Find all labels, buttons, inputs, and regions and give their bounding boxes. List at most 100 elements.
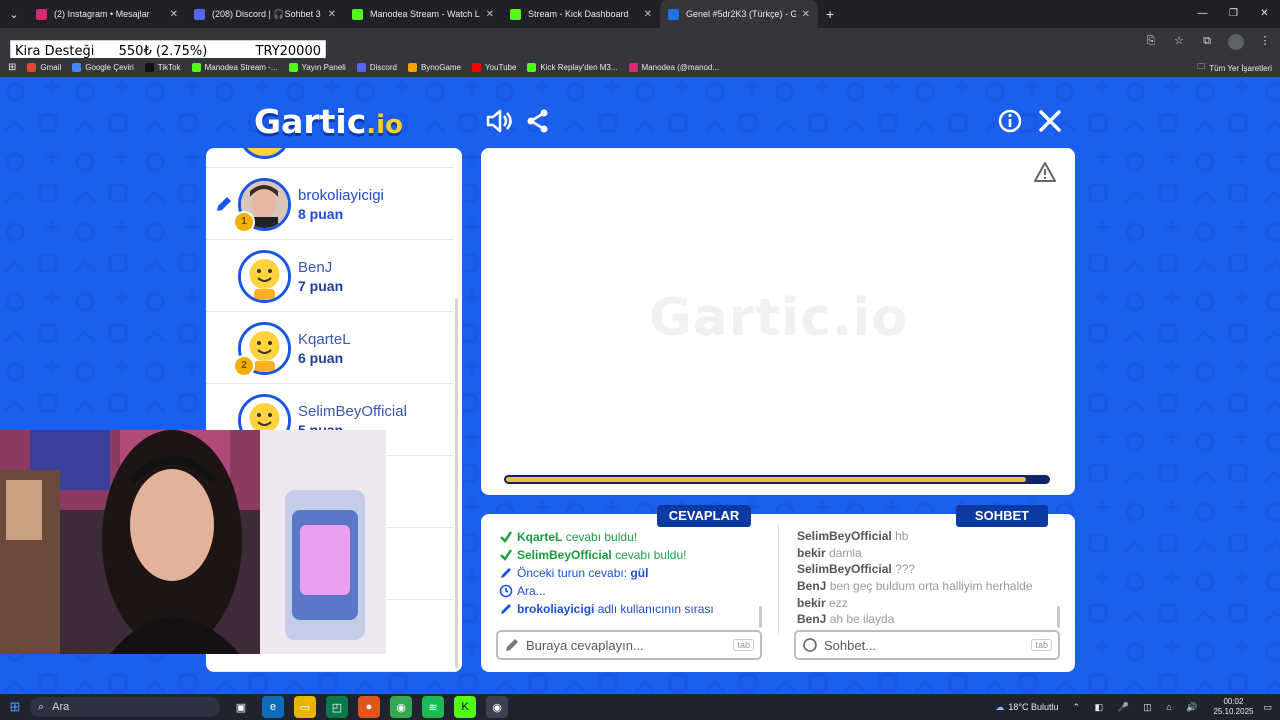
- bookmark-favicon-icon: [288, 63, 298, 72]
- bookmark-label: Manodea Stream -...: [204, 63, 278, 72]
- message-user[interactable]: bekir: [797, 544, 826, 562]
- report-warning-icon[interactable]: [1033, 160, 1057, 184]
- all-bookmarks[interactable]: 🗀 Tüm Yer İşaretleri: [1197, 61, 1272, 75]
- canvas-watermark: Gartic.io: [649, 288, 909, 348]
- kick-icon[interactable]: K: [454, 696, 476, 718]
- trophy-icon: 1: [233, 211, 255, 233]
- message-user[interactable]: BenJ: [797, 610, 826, 628]
- taskbar-search[interactable]: ⌕ Ara: [30, 697, 220, 717]
- info-icon[interactable]: [996, 107, 1024, 135]
- bookmark-item[interactable]: Kick Replay'den M3...: [527, 63, 618, 72]
- chat-message: bekir ezz: [797, 594, 1065, 611]
- windows-start-icon[interactable]: ⊞: [0, 699, 30, 715]
- chat-placeholder: Sohbet...: [824, 637, 877, 653]
- donation-label: Kira Desteği: [15, 43, 95, 59]
- task-view-icon[interactable]: ▣: [230, 696, 252, 718]
- bookmark-item[interactable]: Discord: [356, 63, 397, 72]
- message-user[interactable]: SelimBeyOfficial: [517, 546, 612, 564]
- bookmark-item[interactable]: Manodea (@manod...: [628, 63, 719, 72]
- message-user[interactable]: brokoliayicigi: [517, 600, 594, 618]
- store-icon[interactable]: ◰: [326, 696, 348, 718]
- gartic-logo[interactable]: Gartic.io: [254, 102, 403, 141]
- player-row[interactable]: BenJ 7 puan: [206, 240, 454, 312]
- bookmark-label: Google Çeviri: [85, 63, 134, 72]
- weather-icon[interactable]: ☁: [995, 702, 1004, 713]
- file-explorer-icon[interactable]: ▭: [294, 696, 316, 718]
- sound-icon[interactable]: [484, 107, 512, 135]
- browser-tabstrip: ⌄ (2) Instagram • Mesajlar ✕ (208) Discord…: [0, 0, 1280, 28]
- answer-placeholder: Buraya cevaplayın...: [526, 637, 644, 653]
- bookmark-star-icon[interactable]: ☆: [1172, 34, 1186, 48]
- answers-tab[interactable]: CEVAPLAR: [657, 505, 751, 527]
- chat-message: BenJ ben geç buldum orta halliyim herhal…: [797, 578, 1065, 595]
- close-window-icon[interactable]: ✕: [1249, 0, 1280, 28]
- profile-avatar[interactable]: [1228, 34, 1244, 50]
- new-tab-button[interactable]: +: [826, 6, 834, 22]
- message-user[interactable]: bekir: [797, 594, 826, 612]
- bookmark-label: BynoGame: [420, 63, 461, 72]
- notifications-icon[interactable]: ▭: [1263, 702, 1272, 713]
- weather-label[interactable]: 18°C Bulutlu: [1008, 702, 1058, 712]
- bookmark-favicon-icon: [191, 63, 201, 72]
- share-icon[interactable]: [524, 107, 552, 135]
- menu-icon[interactable]: ⋮: [1258, 34, 1272, 48]
- cast-icon[interactable]: ⎘: [1144, 34, 1158, 48]
- chat-list: SelimBeyOfficial hb bekir damla SelimBeyOf…: [797, 528, 1065, 628]
- tab-label: (208) Discord | 🎧Sohbet 3: [212, 8, 321, 19]
- tab-close-icon[interactable]: ✕: [644, 9, 652, 20]
- extensions-icon[interactable]: ⧉: [1200, 34, 1214, 48]
- browser-tab[interactable]: Manodea Stream - Watch Live ✕: [344, 0, 502, 28]
- bookmark-item[interactable]: Yayın Paneli: [288, 63, 346, 72]
- tab-close-icon[interactable]: ✕: [802, 9, 810, 20]
- message-user[interactable]: SelimBeyOfficial: [797, 560, 892, 578]
- message-user[interactable]: KqarteL: [517, 528, 562, 546]
- chrome-icon[interactable]: ◉: [390, 696, 412, 718]
- drawing-canvas[interactable]: Gartic.io: [481, 148, 1075, 495]
- message-user[interactable]: SelimBeyOfficial: [797, 527, 892, 545]
- bookmark-item[interactable]: Google Çeviri: [72, 63, 134, 72]
- browser-tab[interactable]: Genel #5dr2K3 (Türkçe) - G ✕: [660, 0, 818, 28]
- tab-close-icon[interactable]: ✕: [486, 9, 494, 20]
- tab-search-icon[interactable]: ⌄: [0, 8, 28, 21]
- tab-close-icon[interactable]: ✕: [328, 9, 336, 20]
- player-name: brokoliayicigi: [298, 187, 384, 204]
- answer-input[interactable]: Buraya cevaplayın... tab: [496, 630, 762, 660]
- tab-key-hint: tab: [1031, 639, 1052, 651]
- bookmark-item[interactable]: TikTok: [144, 63, 181, 72]
- chat-scrollbar[interactable]: [1057, 606, 1060, 628]
- tab-close-icon[interactable]: ✕: [170, 9, 178, 20]
- chrome-active-icon[interactable]: ◉: [486, 696, 508, 718]
- spotify-icon[interactable]: ≋: [422, 696, 444, 718]
- chat-input[interactable]: Sohbet... tab: [794, 630, 1060, 660]
- player-list-scrollbar[interactable]: [455, 298, 458, 668]
- clock[interactable]: 00:02 25.10.2025: [1213, 697, 1253, 717]
- bookmark-item[interactable]: Gmail: [27, 63, 61, 72]
- browser-tab[interactable]: (208) Discord | 🎧Sohbet 3 ✕: [186, 0, 344, 28]
- tray-icons[interactable]: ⌃ ◧ 🎤 ◫ ⌂ 🔊: [1073, 702, 1204, 713]
- bookmark-favicon-icon: [144, 63, 154, 72]
- player-row[interactable]: 2 KqarteL 6 puan: [206, 312, 454, 384]
- minimize-icon[interactable]: —: [1187, 0, 1218, 28]
- player-row[interactable]: 1 brokoliayicigi 8 puan: [206, 168, 454, 240]
- player-name: KqarteL: [298, 331, 351, 348]
- bookmark-favicon-icon: [628, 63, 638, 72]
- answers-scrollbar[interactable]: [759, 606, 762, 628]
- search-icon: ⌕: [38, 700, 45, 713]
- donation-goal: TRY20000: [255, 43, 321, 59]
- browser-tab[interactable]: (2) Instagram • Mesajlar ✕: [28, 0, 186, 28]
- all-bookmarks-label: Tüm Yer İşaretleri: [1209, 63, 1272, 73]
- bookmark-item[interactable]: BynoGame: [407, 63, 461, 72]
- clock-date: 25.10.2025: [1213, 707, 1254, 716]
- bookmark-item[interactable]: YouTube: [471, 63, 516, 72]
- bookmark-item[interactable]: Manodea Stream -...: [191, 63, 278, 72]
- browser-tab[interactable]: Stream - Kick Dashboard ✕: [502, 0, 660, 28]
- close-game-icon[interactable]: [1036, 107, 1064, 135]
- restore-icon[interactable]: ❐: [1218, 0, 1249, 28]
- apps-icon[interactable]: ⊞: [8, 62, 16, 73]
- firefox-icon[interactable]: ●: [358, 696, 380, 718]
- edge-icon[interactable]: e: [262, 696, 284, 718]
- drawing-pencil-icon: [214, 194, 234, 214]
- chat-tab[interactable]: SOHBET: [956, 505, 1048, 527]
- timer-fill: [506, 477, 1027, 482]
- message-user[interactable]: BenJ: [797, 577, 826, 595]
